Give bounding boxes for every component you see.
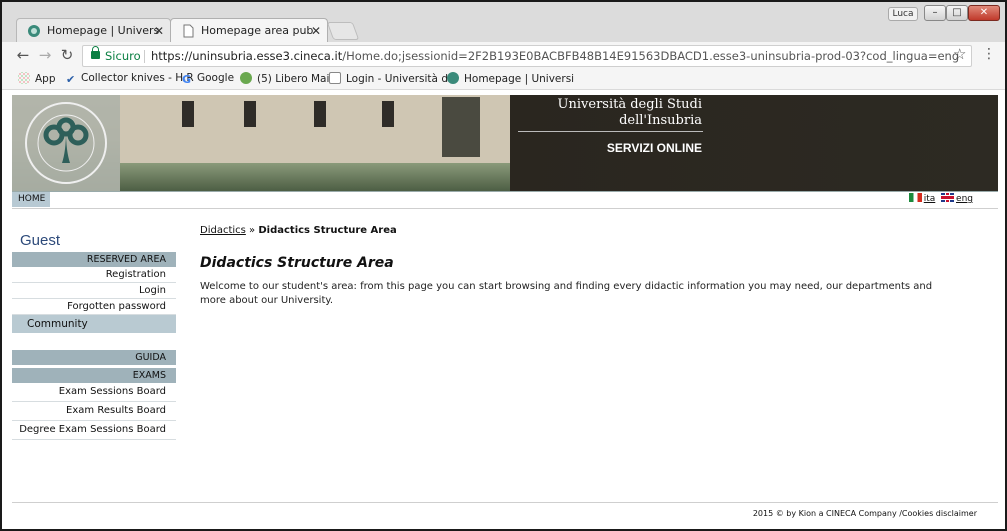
close-window-button[interactable]: ✕ <box>968 5 1000 21</box>
divider <box>144 50 145 63</box>
header-banner: Università degli Studi dell'Insubria SER… <box>12 95 998 191</box>
tab-label: Homepage area pubblica <box>201 24 313 37</box>
divider <box>12 208 998 209</box>
sidebar-item-forgotten-password[interactable]: Forgotten password <box>12 299 176 315</box>
bookmark-label: Homepage | Universi <box>464 73 575 85</box>
bookmark-star-icon[interactable]: ☆ <box>953 45 966 63</box>
italian-flag-icon[interactable] <box>908 193 922 202</box>
user-badge[interactable]: Luca <box>888 7 918 21</box>
lang-eng-link[interactable]: eng <box>956 194 973 204</box>
window <box>182 101 194 127</box>
tab-label: Homepage | Università di <box>47 24 159 37</box>
services-title: SERVIZI ONLINE <box>606 141 702 155</box>
university-name-line1: Università degli Studi <box>557 97 702 112</box>
sidebar-item-exam-sessions-board[interactable]: Exam Sessions Board <box>12 383 176 402</box>
globe-icon <box>28 25 40 37</box>
url-text[interactable]: https://uninsubria.esse3.cineca.it/Home.… <box>151 46 959 66</box>
bookmark-label: Google <box>197 72 235 84</box>
divider <box>12 502 998 503</box>
page-title: Didactics Structure Area <box>200 255 394 271</box>
url-host: https://uninsubria.esse3.cineca.it <box>151 49 343 63</box>
bookmark-homepage-universita[interactable]: Homepage | Universi <box>447 72 574 85</box>
sidebar-item-exam-results-board[interactable]: Exam Results Board <box>12 402 176 421</box>
url-path: /Home.do;jsessionid=2F2B193E0BACBFB48B14… <box>342 49 960 63</box>
checkmark-icon: ✔ <box>66 73 76 86</box>
window <box>244 101 256 127</box>
footer-text[interactable]: 2015 © by Kion a CINECA Company /Cookies… <box>753 509 977 518</box>
page-content: Università degli Studi dell'Insubria SER… <box>2 90 1005 529</box>
bookmark-label: App <box>35 73 56 85</box>
bookmark-collector-knives[interactable]: ✔ Collector knives - H.R <box>66 72 194 86</box>
guest-heading: Guest <box>20 232 61 249</box>
back-arrow-icon[interactable]: ← <box>14 46 32 64</box>
apps-grid-icon <box>18 72 30 84</box>
university-seal-icon <box>25 102 107 184</box>
bookmark-label: Collector knives - H.R <box>81 72 194 84</box>
address-bar[interactable]: Sicuro https://uninsubria.esse3.cineca.i… <box>82 45 972 67</box>
bookmark-label: (5) Libero Mail <box>257 73 333 85</box>
exams-header: EXAMS <box>12 368 176 383</box>
page-icon <box>183 24 194 38</box>
lang-ita-link[interactable]: ita <box>924 194 936 204</box>
browser-window: Homepage | Università di ✕ Homepage area… <box>0 0 1007 531</box>
maximize-button[interactable]: □ <box>946 5 968 21</box>
breadcrumb-separator: » <box>249 225 256 236</box>
window <box>382 101 394 127</box>
intro-text: Welcome to our student's area: from this… <box>200 281 933 306</box>
bookmark-libero-mail[interactable]: (5) Libero Mail <box>240 72 332 85</box>
divider <box>518 131 703 132</box>
sidebar-item-degree-exam-sessions-board[interactable]: Degree Exam Sessions Board <box>12 421 176 440</box>
libero-icon <box>240 72 252 84</box>
english-flag-icon[interactable] <box>941 193 955 202</box>
bookmark-app[interactable]: App <box>18 72 56 85</box>
google-icon: G <box>182 73 192 86</box>
doorway <box>442 97 480 157</box>
tab-homepage-universita[interactable]: Homepage | Università di ✕ <box>16 18 171 42</box>
forward-arrow-icon[interactable]: → <box>36 46 54 64</box>
university-logo <box>12 95 120 191</box>
window <box>314 101 326 127</box>
tab-homepage-area-pubblica[interactable]: Homepage area pubblica ✕ <box>170 18 328 42</box>
bookmark-login-universita[interactable]: Login - Università de <box>329 72 454 85</box>
sidebar-item-community[interactable]: Community <box>12 315 176 333</box>
browser-toolbar: ← → ↻ Sicuro https://uninsubria.esse3.ci… <box>2 42 1005 70</box>
university-name-line2: dell'Insubria <box>619 113 702 128</box>
tab-close-icon[interactable]: ✕ <box>154 19 164 42</box>
home-tab[interactable]: HOME <box>12 192 50 207</box>
bookmarks-bar: App ✔ Collector knives - H.R G Google (5) … <box>2 70 1005 90</box>
sidebar-item-guida[interactable]: GUIDA <box>12 350 176 365</box>
new-tab-button[interactable] <box>326 22 360 40</box>
reserved-area-header: RESERVED AREA <box>12 252 176 267</box>
lock-icon <box>91 46 100 59</box>
breadcrumb: Didactics » Didactics Structure Area <box>200 225 397 236</box>
title-bar: Homepage | Università di ✕ Homepage area… <box>2 2 1005 42</box>
top-nav-bar: HOME ita eng <box>12 191 998 207</box>
bookmark-google[interactable]: G Google <box>182 72 235 86</box>
minimize-button[interactable]: – <box>924 5 946 21</box>
tab-close-icon[interactable]: ✕ <box>311 19 321 42</box>
sidebar-item-login[interactable]: Login <box>12 283 176 299</box>
menu-kebab-icon[interactable]: ⋮ <box>982 46 996 62</box>
bookmark-label: Login - Università de <box>346 73 455 85</box>
globe-icon <box>447 72 459 84</box>
page-icon <box>329 72 341 84</box>
sidebar-item-registration[interactable]: Registration <box>12 267 176 283</box>
breadcrumb-didactics-link[interactable]: Didactics <box>200 225 246 236</box>
lawn <box>120 163 510 191</box>
breadcrumb-current: Didactics Structure Area <box>258 225 397 236</box>
secure-label: Sicuro <box>105 49 141 63</box>
reload-icon[interactable]: ↻ <box>58 46 76 64</box>
sidebar: Guest RESERVED AREA Registration Login F… <box>12 230 176 440</box>
language-switcher: ita eng <box>908 193 973 204</box>
